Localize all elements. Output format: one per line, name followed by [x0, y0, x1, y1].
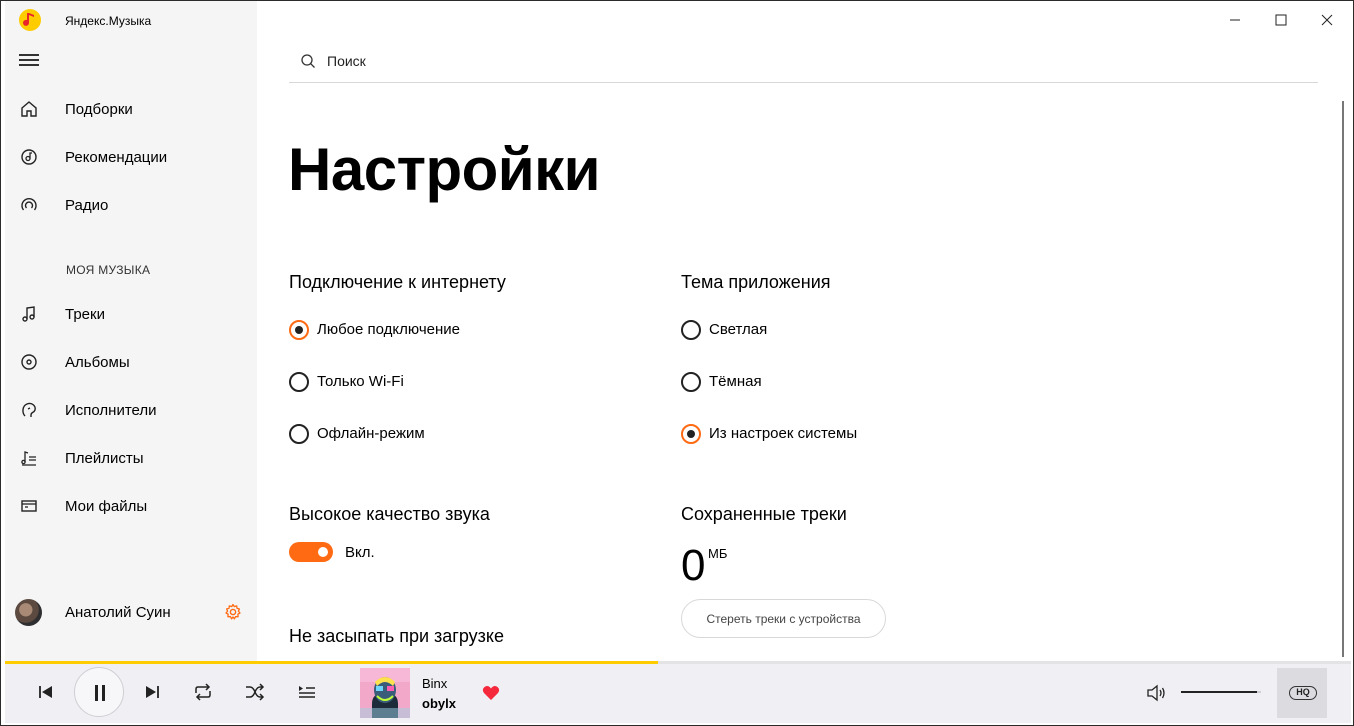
- search-icon: [301, 54, 315, 68]
- previous-track-icon[interactable]: [37, 684, 55, 700]
- recommendations-icon: [21, 149, 37, 165]
- settings-page: Настройки Подключение к интернету Любое …: [257, 1, 1351, 661]
- theme-section-title: Тема приложения: [681, 272, 831, 292]
- radio-label: Тёмная: [709, 373, 762, 390]
- pause-icon: [95, 685, 105, 701]
- folder-icon: [21, 500, 37, 512]
- sidebar-item-artists[interactable]: Исполнители: [5, 390, 257, 430]
- music-note-icon: [22, 306, 35, 322]
- avatar: [15, 599, 42, 626]
- app-title: Яндекс.Музыка: [65, 14, 152, 28]
- sidebar-item-playlists[interactable]: Плейлисты: [5, 438, 257, 478]
- home-icon: [21, 101, 37, 117]
- hq-sound-toggle[interactable]: [289, 542, 333, 562]
- app-window: Яндекс.Музыка Подборки Рекомендации Ради…: [0, 0, 1354, 726]
- track-artist[interactable]: obylx: [422, 696, 456, 711]
- search-bar: [289, 41, 1318, 83]
- sidebar-item-label: Треки: [65, 305, 105, 323]
- search-input[interactable]: [327, 49, 1227, 73]
- no-sleep-section-title: Не засыпать при загрузке: [289, 626, 504, 646]
- volume-slider[interactable]: [1181, 691, 1261, 693]
- volume-icon[interactable]: [1146, 684, 1166, 702]
- sidebar-item-recommendations[interactable]: Рекомендации: [5, 137, 257, 177]
- radio-offline-mode[interactable]: Офлайн-режим: [289, 420, 529, 448]
- next-track-icon[interactable]: [143, 684, 161, 700]
- repeat-icon[interactable]: [192, 683, 214, 701]
- app-title-bar: Яндекс.Музыка: [5, 1, 257, 41]
- radio-button: [289, 372, 309, 392]
- radio-theme-system[interactable]: Из настроек системы: [681, 420, 921, 448]
- hq-button[interactable]: HQ: [1277, 668, 1327, 718]
- user-name: Анатолий Суин: [65, 604, 171, 621]
- saved-tracks-size: 0: [681, 541, 706, 590]
- sidebar-item-tracks[interactable]: Треки: [5, 294, 257, 334]
- user-profile[interactable]: Анатолий Суин: [5, 593, 257, 633]
- sidebar-item-label: Плейлисты: [65, 449, 144, 467]
- album-icon: [21, 354, 37, 370]
- sidebar-item-label: Альбомы: [65, 353, 130, 371]
- radio-label: Офлайн-режим: [317, 425, 425, 442]
- playback-progress-bar[interactable]: [5, 661, 1351, 664]
- menu-hamburger-icon[interactable]: [19, 51, 41, 69]
- radio-icon: [21, 198, 37, 211]
- radio-any-connection[interactable]: Любое подключение: [289, 316, 529, 344]
- hq-sound-toggle-label: Вкл.: [345, 544, 375, 561]
- sidebar-item-radio[interactable]: Радио: [5, 185, 257, 225]
- radio-label: Из настроек системы: [709, 425, 858, 442]
- album-cover[interactable]: [360, 668, 410, 718]
- heart-icon[interactable]: [482, 685, 500, 701]
- sidebar-item-my-files[interactable]: Мои файлы: [5, 486, 257, 526]
- volume-slider-fill: [1181, 691, 1257, 693]
- artist-icon: [22, 402, 36, 417]
- scrollbar[interactable]: [1342, 101, 1344, 657]
- my-music-section-label: МОЯ МУЗЫКА: [66, 263, 151, 277]
- shuffle-icon[interactable]: [244, 683, 266, 701]
- saved-tracks-unit: МБ: [708, 546, 728, 561]
- sidebar-item-label: Подборки: [65, 100, 133, 118]
- yandex-music-logo-icon: [19, 9, 41, 31]
- sidebar-item-label: Исполнители: [65, 401, 157, 419]
- player-bar: Binx obylx HQ: [5, 661, 1351, 723]
- radio-label: Только Wi-Fi: [317, 373, 404, 390]
- radio-theme-dark[interactable]: Тёмная: [681, 368, 921, 396]
- hq-sound-section-title: Высокое качество звука: [289, 504, 490, 524]
- radio-button: [681, 320, 701, 340]
- sidebar-item-label: Рекомендации: [65, 148, 168, 166]
- radio-button: [681, 424, 701, 444]
- radio-theme-light[interactable]: Светлая: [681, 316, 921, 344]
- connection-section-title: Подключение к интернету: [289, 272, 506, 292]
- track-title[interactable]: Binx: [422, 676, 447, 691]
- radio-label: Светлая: [709, 321, 768, 338]
- sidebar-item-label: Мои файлы: [65, 497, 148, 515]
- hq-badge: HQ: [1289, 686, 1317, 700]
- radio-label: Любое подключение: [317, 321, 460, 338]
- album-cover-art: [360, 668, 410, 718]
- sidebar-item-albums[interactable]: Альбомы: [5, 342, 257, 382]
- pause-button[interactable]: [74, 667, 124, 717]
- radio-button: [681, 372, 701, 392]
- page-title: Настройки: [288, 136, 601, 203]
- sidebar: Яндекс.Музыка Подборки Рекомендации Ради…: [5, 1, 257, 661]
- sidebar-item-label: Радио: [65, 196, 109, 214]
- queue-icon[interactable]: [297, 683, 317, 701]
- radio-button: [289, 424, 309, 444]
- sidebar-item-collections[interactable]: Подборки: [5, 89, 257, 129]
- radio-wifi-only[interactable]: Только Wi-Fi: [289, 368, 529, 396]
- clear-tracks-button[interactable]: Стереть треки с устройства: [681, 599, 886, 638]
- saved-tracks-section-title: Сохраненные треки: [681, 504, 847, 524]
- playlist-icon: [21, 451, 36, 466]
- gear-icon[interactable]: [223, 602, 243, 622]
- playback-progress-fill: [5, 661, 658, 664]
- radio-button: [289, 320, 309, 340]
